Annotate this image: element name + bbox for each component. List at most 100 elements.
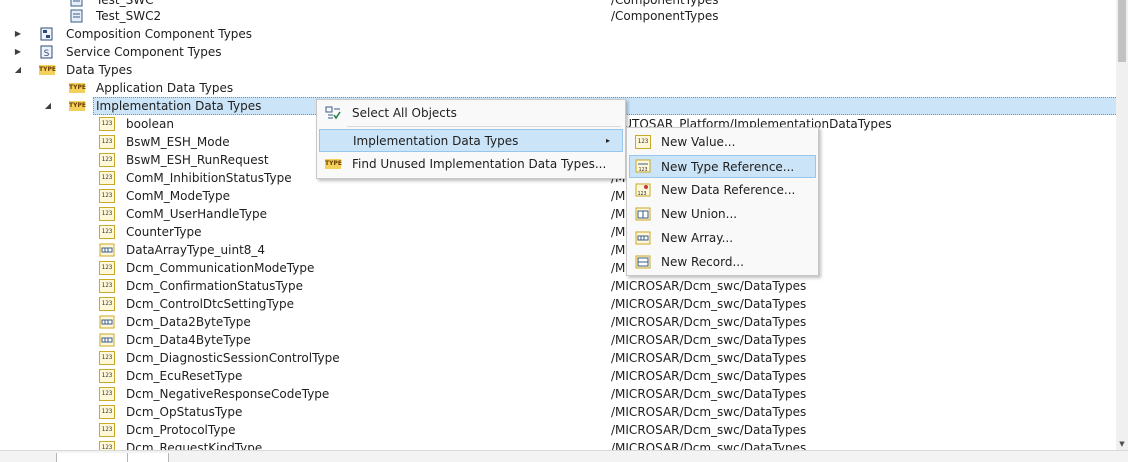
tree-row-path: /MICROSAR/Dcm_swc/DataTypes (611, 423, 807, 437)
tree-row[interactable]: ▶ Composition Component Types (0, 25, 1116, 43)
submenu-arrow-icon: ▸ (606, 136, 611, 145)
menu-item-new-record[interactable]: New Record... (629, 251, 814, 273)
value-type-icon: 123 (99, 135, 115, 149)
tree-row[interactable]: DataArrayType_uint8_4 /M (0, 241, 1116, 259)
tree-row-path: /M (611, 189, 626, 203)
tree-row-label: BswM_ESH_Mode (126, 135, 230, 149)
tree-row[interactable]: ▶ S Service Component Types (0, 43, 1116, 61)
expand-icon[interactable]: ▶ (12, 43, 24, 61)
tree-row-label: BswM_ESH_RunRequest (126, 153, 269, 167)
tree-row-path: /MICROSAR/Dcm_swc/DataTypes (611, 441, 807, 450)
tree-row-label: Dcm_Data2ByteType (126, 315, 251, 329)
tree-row[interactable]: TYPE Application Data Types (0, 79, 1116, 97)
new-array-icon (635, 231, 651, 245)
menu-item-label: New Record... (661, 255, 744, 269)
tree-row-path: /ComponentTypes (611, 9, 719, 23)
menu-item-find-unused[interactable]: TYPE Find Unused Implementation Data Typ… (319, 153, 621, 175)
tree-row[interactable]: Dcm_Data4ByteType /MICROSAR/Dcm_swc/Data… (0, 331, 1116, 349)
service-icon: S (40, 45, 53, 59)
tree-row[interactable]: 123 Dcm_NegativeResponseCodeType /MICROS… (0, 385, 1116, 403)
array-type-icon (99, 243, 115, 257)
tree-row-label: Dcm_ProtocolType (126, 423, 236, 437)
tree-row[interactable]: 123 Dcm_RequestKindType /MICROSAR/Dcm_sw… (0, 439, 1116, 450)
tree-row[interactable]: 123 Dcm_ControlDtcSettingType /MICROSAR/… (0, 295, 1116, 313)
tree-row-label: Dcm_DiagnosticSessionControlType (126, 351, 340, 365)
select-all-icon (325, 106, 341, 120)
value-type-icon: 123 (99, 225, 115, 239)
menu-item-label: New Value... (661, 135, 736, 149)
collapse-icon[interactable]: ◢ (12, 61, 24, 79)
menu-item-new-value[interactable]: 123 New Value... (629, 131, 814, 153)
tree-row[interactable]: 123 Dcm_ProtocolType /MICROSAR/Dcm_swc/D… (0, 421, 1116, 439)
tree-row-label: Dcm_CommunicationModeType (126, 261, 315, 275)
tree-row-label: ComM_InhibitionStatusType (126, 171, 292, 185)
tree-row-label: DataArrayType_uint8_4 (126, 243, 266, 257)
tree-row-label: ComM_ModeType (126, 189, 231, 203)
scrollbar-thumb[interactable] (1118, 0, 1126, 62)
menu-item-label: Select All Objects (352, 106, 457, 120)
tree-row[interactable]: 123 Dcm_OpStatusType /MICROSAR/Dcm_swc/D… (0, 403, 1116, 421)
tree-row-label: Dcm_ControlDtcSettingType (126, 297, 294, 311)
vertical-scrollbar[interactable]: ▼ (1116, 0, 1128, 450)
tree-row-label: Dcm_EcuResetType (126, 369, 243, 383)
tree-row-label: Application Data Types (96, 81, 234, 95)
value-type-icon: 123 (99, 207, 115, 221)
tree-row-path: /M (611, 261, 626, 275)
menu-item-select-all[interactable]: Select All Objects (319, 102, 621, 124)
tree-row[interactable]: 123 Dcm_EcuResetType /MICROSAR/Dcm_swc/D… (0, 367, 1116, 385)
menu-item-implementation-data-types[interactable]: Implementation Data Types ▸ (319, 129, 623, 152)
swc-icon (70, 9, 83, 23)
project-tree: Test_SWC /ComponentTypes Test_SWC2 /Comp… (0, 0, 1116, 450)
value-type-icon: 123 (99, 171, 115, 185)
tree-row[interactable]: Test_SWC2 /ComponentTypes (0, 7, 1116, 25)
menu-item-label: Implementation Data Types (353, 134, 519, 148)
expand-icon[interactable]: ▶ (12, 25, 24, 43)
menu-item-label: New Data Reference... (661, 183, 796, 197)
tree-row-label: ComM_UserHandleType (126, 207, 267, 221)
menu-item-new-array[interactable]: New Array... (629, 227, 814, 249)
tree-row-path: /MICROSAR/Dcm_swc/DataTypes (611, 315, 807, 329)
tree-row-path: /MICROSAR/Dcm_swc/DataTypes (611, 387, 807, 401)
tree-row[interactable]: 123 Dcm_DiagnosticSessionControlType /MI… (0, 349, 1116, 367)
type-folder-icon: TYPE (69, 83, 86, 93)
value-type-icon: 123 (99, 405, 115, 419)
tree-row-path: /M (611, 225, 626, 239)
value-type-icon: 123 (99, 189, 115, 203)
scroll-down-icon[interactable]: ▼ (1116, 440, 1128, 448)
value-type-icon: 123 (99, 387, 115, 401)
swc-icon (70, 0, 83, 7)
tree-row-path: /M (611, 243, 626, 257)
submenu: 123 New Value... 123 New Type Reference.… (626, 127, 819, 276)
value-type-icon: 123 (99, 369, 115, 383)
menu-item-new-type-reference[interactable]: 123 New Type Reference... (629, 155, 816, 178)
menu-item-new-union[interactable]: New Union... (629, 203, 814, 225)
value-type-icon: 123 (99, 297, 115, 311)
collapse-icon[interactable]: ◢ (42, 97, 54, 115)
menu-item-new-data-reference[interactable]: 123 New Data Reference... (629, 179, 814, 201)
tree-row-path: /MICROSAR/Dcm_swc/DataTypes (611, 297, 807, 311)
tree-row-label: CounterType (126, 225, 202, 239)
tree-row-label: Test_SWC2 (96, 9, 162, 23)
menu-item-label: New Type Reference... (661, 160, 795, 174)
value-type-icon: 123 (99, 279, 115, 293)
new-union-icon (635, 207, 651, 221)
value-type-icon: 123 (99, 153, 115, 167)
tree-row[interactable]: 123 ComM_UserHandleType /M (0, 205, 1116, 223)
type-folder-icon: TYPE (69, 101, 86, 111)
menu-item-label: New Union... (661, 207, 738, 221)
bottom-tab-strip (0, 450, 1128, 462)
tree-row[interactable]: 123 Dcm_CommunicationModeType /M (0, 259, 1116, 277)
tree-row-path: /MICROSAR/Dcm_swc/DataTypes (611, 405, 807, 419)
tree-row[interactable]: ◢ TYPE Data Types (0, 61, 1116, 79)
tree-row[interactable]: 123 Dcm_ConfirmationStatusType /MICROSAR… (0, 277, 1116, 295)
svg-text:123: 123 (638, 167, 647, 173)
tree-row-label: Dcm_ConfirmationStatusType (126, 279, 303, 293)
tree-row[interactable]: Dcm_Data2ByteType /MICROSAR/Dcm_swc/Data… (0, 313, 1116, 331)
tree-row[interactable]: 123 CounterType /M (0, 223, 1116, 241)
context-menu: Select All Objects Implementation Data T… (316, 99, 626, 179)
value-type-icon: 123 (99, 441, 115, 450)
type-folder-icon: TYPE (325, 159, 342, 169)
tree-row-label: Dcm_OpStatusType (126, 405, 243, 419)
tree-row[interactable]: 123 ComM_ModeType /M (0, 187, 1116, 205)
composition-icon (40, 27, 53, 41)
